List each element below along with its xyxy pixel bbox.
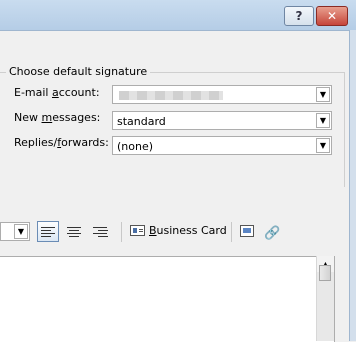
hyperlink-icon[interactable]: 🔗 xyxy=(264,226,280,241)
redacted-account xyxy=(119,91,223,100)
chevron-down-icon[interactable]: ▼ xyxy=(316,87,330,102)
help-button[interactable]: ? xyxy=(284,6,314,26)
signature-editor[interactable] xyxy=(0,256,335,342)
group-title: Choose default signature xyxy=(6,65,151,78)
chevron-down-icon[interactable]: ▼ xyxy=(316,138,330,153)
chevron-down-icon[interactable]: ▼ xyxy=(14,224,28,239)
align-left-icon[interactable] xyxy=(37,221,59,242)
close-button[interactable]: ✕ xyxy=(316,6,348,26)
new-messages-label: New messages: xyxy=(14,111,101,124)
business-card-button[interactable]: Business Card xyxy=(130,224,227,237)
replies-dropdown[interactable]: (none) ▼ xyxy=(112,136,332,155)
email-account-dropdown[interactable]: ▼ xyxy=(112,85,332,104)
font-size-dropdown[interactable]: ▼ xyxy=(0,222,30,241)
replies-label: Replies/forwards: xyxy=(14,136,109,149)
window-border xyxy=(349,30,356,341)
new-messages-value: standard xyxy=(117,115,166,128)
scroll-thumb[interactable] xyxy=(319,265,331,281)
business-card-label: Business Card xyxy=(149,224,227,237)
align-right-icon[interactable] xyxy=(89,221,111,242)
new-messages-dropdown[interactable]: standard ▼ xyxy=(112,111,332,130)
business-card-icon xyxy=(130,225,145,236)
align-center-icon[interactable] xyxy=(63,221,85,242)
title-bar: ? ✕ xyxy=(0,0,356,31)
toolbar-separator xyxy=(231,222,232,242)
replies-value: (none) xyxy=(117,140,154,153)
editor-toolbar: ▼ Business Card 🔗 xyxy=(0,218,344,246)
toolbar-separator xyxy=(121,222,122,242)
chevron-down-icon[interactable]: ▼ xyxy=(316,113,330,128)
editor-scrollbar[interactable]: ▲ xyxy=(316,256,334,341)
insert-picture-icon[interactable] xyxy=(240,225,254,237)
email-account-label: E-mail account: xyxy=(14,86,100,99)
